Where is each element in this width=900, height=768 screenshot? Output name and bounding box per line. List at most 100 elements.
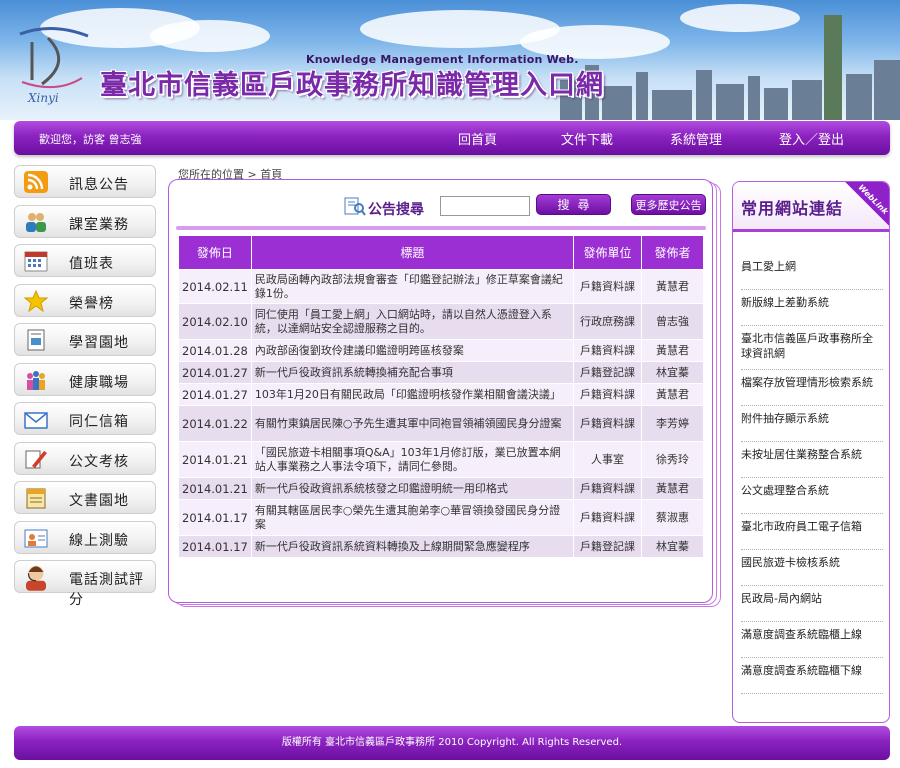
row-title-link[interactable]: 新一代戶役政資訊系統資料轉換及上線期間緊急應變程序 xyxy=(250,535,574,558)
link-item[interactable]: 未按址居住業務整合系統 xyxy=(741,442,883,478)
table-row[interactable]: 2014.01.27 新一代戶役政資訊系統轉換補充配合事項 戶籍登記課 林宜蓁 xyxy=(178,361,705,384)
menu-item-phone-test[interactable]: 電話測試評分 xyxy=(14,560,156,608)
nav-admin-link[interactable]: 系統管理 xyxy=(670,129,722,148)
row-title-link[interactable]: 「國民旅遊卡相關事項Q&A」103年1月修訂版，業已放置本網站人事業務之人事法令… xyxy=(250,441,574,478)
search-input[interactable] xyxy=(440,196,530,216)
menu-item-announcements[interactable]: 訊息公告 xyxy=(14,165,156,198)
menu-label: 學習園地 xyxy=(69,335,129,351)
useful-links-panel: 常用網站連結 WebLink 員工愛上網 新版線上差勤系統 臺北市信義區戶政事務… xyxy=(732,181,890,723)
row-author: 林宜蓁 xyxy=(640,535,705,558)
menu-label: 文書園地 xyxy=(69,493,129,509)
link-item[interactable]: 臺北市政府員工電子信箱 xyxy=(741,514,883,550)
menu-label: 值班表 xyxy=(69,256,114,272)
row-author: 李芳婷 xyxy=(640,405,705,442)
row-unit: 戶籍資料課 xyxy=(572,405,642,442)
link-item[interactable]: 新版線上差勤系統 xyxy=(741,290,883,326)
table-row[interactable]: 2014.01.21 「國民旅遊卡相關事項Q&A」103年1月修訂版，業已放置本… xyxy=(178,441,705,478)
row-unit: 戶籍登記課 xyxy=(572,535,642,558)
row-date: 2014.01.28 xyxy=(178,339,252,362)
table-row[interactable]: 2014.01.21 新一代戶役政資訊系統核發之印鑑證明統一用印格式 戶籍資料課… xyxy=(178,477,705,500)
row-date: 2014.01.27 xyxy=(178,383,252,406)
brand-title: 臺北市信義區戶政事務所知識管理入口網 xyxy=(100,70,604,101)
menu-item-documents-garden[interactable]: 文書園地 xyxy=(14,481,156,514)
user-card-icon xyxy=(24,529,48,547)
row-unit: 戶籍登記課 xyxy=(572,361,642,384)
table-row[interactable]: 2014.01.17 新一代戶役政資訊系統資料轉換及上線期間緊急應變程序 戶籍登… xyxy=(178,535,705,558)
links-header: 常用網站連結 WebLink xyxy=(733,182,890,232)
nav-home-link[interactable]: 回首頁 xyxy=(458,129,497,148)
menu-label: 課室業務 xyxy=(69,216,129,233)
menu-item-duty-roster[interactable]: 值班表 xyxy=(14,244,156,277)
link-item[interactable]: 滿意度調查系統臨櫃上線 xyxy=(741,622,883,658)
link-item[interactable]: 員工愛上網 xyxy=(741,254,883,290)
left-menu: 訊息公告 課室業務 值班表 榮譽榜 學習園地 健康職場 同仁信箱 公文考核 文書… xyxy=(14,165,156,608)
people-icon xyxy=(26,212,46,232)
menu-item-honor-roll[interactable]: 榮譽榜 xyxy=(14,283,156,317)
link-item[interactable]: 臺北市信義區戶政事務所全球資訊網 xyxy=(741,326,883,370)
row-date: 2014.01.21 xyxy=(178,441,252,478)
row-unit: 戶籍資料課 xyxy=(572,477,642,500)
row-author: 黃慧君 xyxy=(640,477,705,500)
table-row[interactable]: 2014.01.27 103年1月20日有關民政局「印鑑證明核發作業相關會議決議… xyxy=(178,383,705,406)
logo-icon: Xinyi xyxy=(19,26,89,105)
row-title-link[interactable]: 內政部函復劉玫伶建議印鑑證明跨區核發案 xyxy=(250,339,574,362)
menu-item-section-business[interactable]: 課室業務 xyxy=(14,204,156,238)
row-date: 2014.01.17 xyxy=(178,535,252,558)
search-button[interactable]: 搜尋 xyxy=(536,194,611,215)
row-author: 林宜蓁 xyxy=(640,361,705,384)
menu-label: 公文考核 xyxy=(69,453,129,470)
row-unit: 戶籍資料課 xyxy=(572,499,642,536)
menu-label: 訊息公告 xyxy=(69,177,129,193)
divider xyxy=(176,226,706,230)
link-item[interactable]: 檔案存放管理情形檢索系統 xyxy=(741,370,883,406)
menu-label: 線上測驗 xyxy=(69,532,129,549)
row-date: 2014.01.22 xyxy=(178,405,252,442)
row-date: 2014.01.21 xyxy=(178,477,252,500)
announcement-table: 發佈日 標題 發佈單位 發佈者 2014.02.11 民政局函轉內政部法規會審查… xyxy=(178,235,705,558)
row-title-link[interactable]: 有關竹東鎮居民陳○予先生遭其軍中同袍冒領補領國民身分證案 xyxy=(250,405,574,442)
menu-label: 電話測試評分 xyxy=(69,572,144,608)
link-item[interactable]: 民政局-局內網站 xyxy=(741,586,883,622)
mail-icon xyxy=(24,412,48,429)
table-row[interactable]: 2014.01.22 有關竹東鎮居民陳○予先生遭其軍中同袍冒領補領國民身分證案 … xyxy=(178,405,705,442)
link-item[interactable]: 滿意度調查系統臨櫃下線 xyxy=(741,658,883,694)
table-row[interactable]: 2014.01.17 有關其轄區居民李○榮先生遭其胞弟李○華冒領換發國民身分證案… xyxy=(178,499,705,536)
table-row[interactable]: 2014.01.28 內政部函復劉玫伶建議印鑑證明跨區核發案 戶籍資料課 黃慧君 xyxy=(178,339,705,362)
menu-item-document-review[interactable]: 公文考核 xyxy=(14,441,156,475)
menu-item-staff-mailbox[interactable]: 同仁信箱 xyxy=(14,402,156,435)
row-date: 2014.02.11 xyxy=(178,269,252,304)
row-title-link[interactable]: 新一代戶役政資訊系統轉換補充配合事項 xyxy=(250,361,574,384)
search-bar: 公告搜尋 搜尋 更多歷史公告 xyxy=(168,193,713,219)
nav-login-link[interactable]: 登入／登出 xyxy=(779,129,844,148)
row-unit: 戶籍資料課 xyxy=(572,383,642,406)
nav-files-link[interactable]: 文件下載 xyxy=(561,129,613,148)
footer: 版權所有 臺北市信義區戶政事務所 2010 Copyright. All Rig… xyxy=(14,726,890,760)
top-nav-bar: 歡迎您，訪客 曾志強 回首頁 文件下載 系統管理 登入／登出 xyxy=(14,121,890,155)
link-item[interactable]: 國民旅遊卡檢核系統 xyxy=(741,550,883,586)
row-author: 蔡淑惠 xyxy=(640,499,705,536)
notebook-icon xyxy=(26,488,46,509)
menu-item-healthy-workplace[interactable]: 健康職場 xyxy=(14,362,156,396)
column-header-author: 發佈者 xyxy=(640,235,705,270)
menu-item-online-test[interactable]: 線上測驗 xyxy=(14,520,156,554)
link-item[interactable]: 公文處理整合系統 xyxy=(741,478,883,514)
more-history-button[interactable]: 更多歷史公告 xyxy=(631,194,706,215)
row-title-link[interactable]: 新一代戶役政資訊系統核發之印鑑證明統一用印格式 xyxy=(250,477,574,500)
row-title-link[interactable]: 有關其轄區居民李○榮先生遭其胞弟李○華冒領換發國民身分證案 xyxy=(250,499,574,536)
rss-icon xyxy=(24,171,48,193)
menu-item-learning[interactable]: 學習園地 xyxy=(14,323,156,356)
pencil-icon xyxy=(25,450,47,468)
ribbon-label: WebLink xyxy=(856,182,890,217)
column-header-date: 發佈日 xyxy=(178,235,252,270)
row-author: 黃慧君 xyxy=(640,383,705,406)
row-unit: 戶籍資料課 xyxy=(572,269,642,304)
table-row[interactable]: 2014.02.10 同仁使用「員工愛上網」入口網站時，請以自然人憑證登入系統，… xyxy=(178,303,705,340)
link-item[interactable]: 附件抽存顯示系統 xyxy=(741,406,883,442)
row-author: 黃慧君 xyxy=(640,339,705,362)
row-title-link[interactable]: 103年1月20日有關民政局「印鑑證明核發作業相關會議決議」 xyxy=(250,383,574,406)
header-banner: Xinyi Knowledge Management Information W… xyxy=(0,0,900,120)
weblink-ribbon: WebLink xyxy=(845,182,890,228)
row-title-link[interactable]: 同仁使用「員工愛上網」入口網站時，請以自然人憑證登入系統，以達網站安全認證服務之… xyxy=(250,303,574,340)
table-row[interactable]: 2014.02.11 民政局函轉內政部法規會審查「印鑑登記辦法」修正草案會議紀錄… xyxy=(178,269,705,304)
row-title-link[interactable]: 民政局函轉內政部法規會審查「印鑑登記辦法」修正草案會議紀錄1份。 xyxy=(250,269,574,304)
